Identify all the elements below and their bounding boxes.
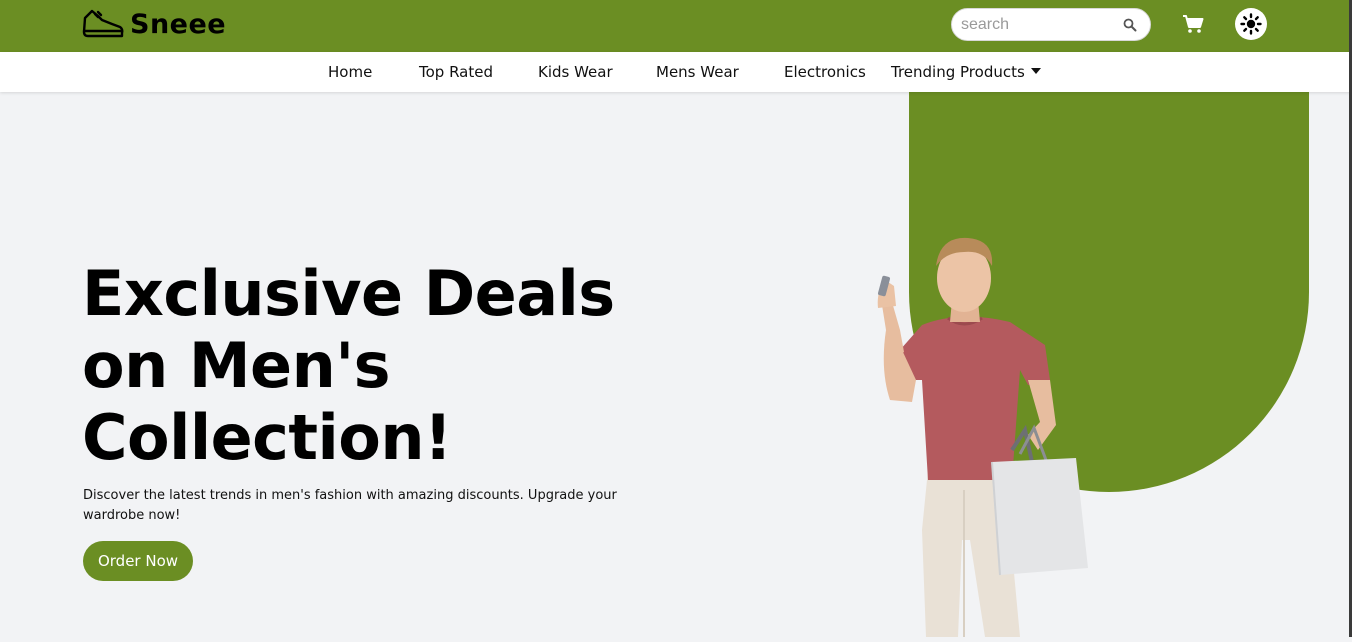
nav-item-trending-label: Trending Products — [891, 63, 1025, 81]
cart-icon[interactable] — [1181, 12, 1205, 36]
nav-item-electronics[interactable]: Electronics — [784, 63, 866, 81]
order-now-button[interactable]: Order Now — [83, 541, 193, 581]
nav-item-trending-products[interactable]: Trending Products — [891, 63, 1041, 81]
nav-item-home[interactable]: Home — [328, 63, 372, 81]
caret-down-icon — [1030, 67, 1041, 74]
search-icon[interactable] — [1122, 17, 1138, 33]
hero-title: Exclusive Deals on Men's Collection! — [82, 257, 615, 474]
shoe-icon — [82, 6, 124, 42]
search-box — [951, 8, 1151, 41]
nav-item-mens-wear[interactable]: Mens Wear — [656, 63, 739, 81]
top-header: Sneee — [0, 0, 1352, 52]
theme-toggle-button[interactable] — [1235, 8, 1267, 40]
search-input[interactable] — [952, 9, 1117, 40]
hero-image — [860, 230, 1100, 637]
main-nav: Home Top Rated Kids Wear Mens Wear Elect… — [0, 52, 1352, 92]
brand-logo[interactable]: Sneee — [82, 6, 226, 42]
nav-item-kids-wear[interactable]: Kids Wear — [538, 63, 613, 81]
hero-description: Discover the latest trends in men's fash… — [83, 488, 617, 523]
brand-name: Sneee — [130, 8, 227, 40]
nav-item-top-rated[interactable]: Top Rated — [419, 63, 493, 81]
sun-icon — [1240, 13, 1262, 35]
